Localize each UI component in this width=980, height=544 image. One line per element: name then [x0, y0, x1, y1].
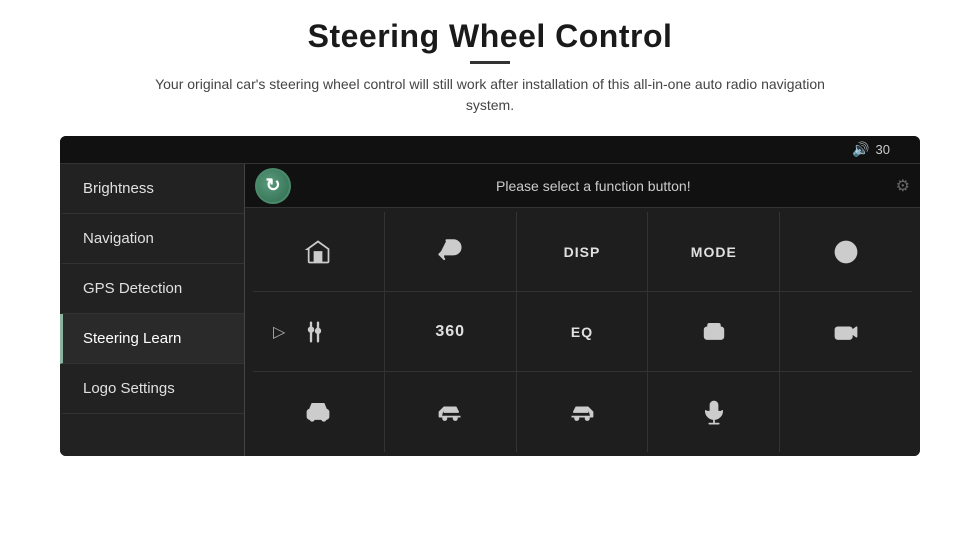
grid-cell-mode[interactable]: MODE	[648, 212, 780, 292]
grid-cell-microphone[interactable]	[648, 372, 780, 452]
camera1-icon	[700, 318, 728, 346]
home-icon	[304, 238, 332, 266]
refresh-icon: ↻	[265, 175, 280, 196]
grid-cell-camera1[interactable]	[648, 292, 780, 372]
grid-cell-phone-slash[interactable]	[780, 212, 912, 292]
disp-label: DISP	[564, 244, 601, 260]
car-ui: 🔊 30 Brightness Navigation GPS Detection…	[60, 136, 920, 456]
title-divider	[470, 61, 510, 64]
grid-cell-eq[interactable]: EQ	[517, 292, 649, 372]
menu-item-brightness[interactable]: Brightness	[60, 164, 244, 214]
360-label: 360	[435, 323, 465, 341]
volume-level: 30	[876, 142, 890, 157]
settings-small-icon: ⚙	[896, 176, 910, 196]
menu-item-navigation[interactable]: Navigation	[60, 214, 244, 264]
car-front-icon	[304, 398, 332, 426]
eq-label: EQ	[571, 324, 593, 340]
menu-item-steering[interactable]: Steering Learn	[60, 314, 244, 364]
grid-cell-car-front[interactable]	[253, 372, 385, 452]
mode-label: MODE	[691, 244, 737, 260]
grid-cell-back[interactable]	[385, 212, 517, 292]
tune-icon	[304, 318, 332, 346]
grid-cell-car-left[interactable]	[385, 372, 517, 452]
speaker-icon: 🔊	[852, 141, 869, 158]
function-bar: ↻ Please select a function button! ⚙	[245, 164, 920, 208]
menu-item-gps[interactable]: GPS Detection	[60, 264, 244, 314]
cursor-arrow: ▷	[273, 322, 285, 342]
grid-cell-tune[interactable]: ▷	[253, 292, 385, 372]
menu-item-logo[interactable]: Logo Settings	[60, 364, 244, 414]
right-content: ↻ Please select a function button! ⚙	[245, 164, 920, 456]
buttons-grid: DISP MODE	[245, 208, 920, 456]
car-left-icon	[436, 398, 464, 426]
grid-cell-empty	[780, 372, 912, 452]
title-section: Steering Wheel Control Your original car…	[130, 18, 850, 116]
volume-area: 🔊 30	[852, 141, 890, 158]
grid-cell-car-right[interactable]	[517, 372, 649, 452]
grid-cell-360[interactable]: 360	[385, 292, 517, 372]
grid-cell-disp[interactable]: DISP	[517, 212, 649, 292]
back-icon	[436, 238, 464, 266]
page-wrapper: Steering Wheel Control Your original car…	[0, 0, 980, 544]
refresh-button[interactable]: ↻	[255, 168, 291, 204]
page-title: Steering Wheel Control	[130, 18, 850, 55]
car-right-icon	[568, 398, 596, 426]
car-ui-header: 🔊 30	[60, 136, 920, 164]
camera2-icon	[832, 318, 860, 346]
function-prompt: Please select a function button!	[307, 178, 880, 194]
car-ui-body: Brightness Navigation GPS Detection Stee…	[60, 164, 920, 456]
phone-slash-icon	[832, 238, 860, 266]
grid-cell-home[interactable]	[253, 212, 385, 292]
grid-cell-camera2[interactable]	[780, 292, 912, 372]
microphone-icon	[700, 398, 728, 426]
subtitle: Your original car's steering wheel contr…	[130, 74, 850, 116]
left-menu: Brightness Navigation GPS Detection Stee…	[60, 164, 245, 456]
